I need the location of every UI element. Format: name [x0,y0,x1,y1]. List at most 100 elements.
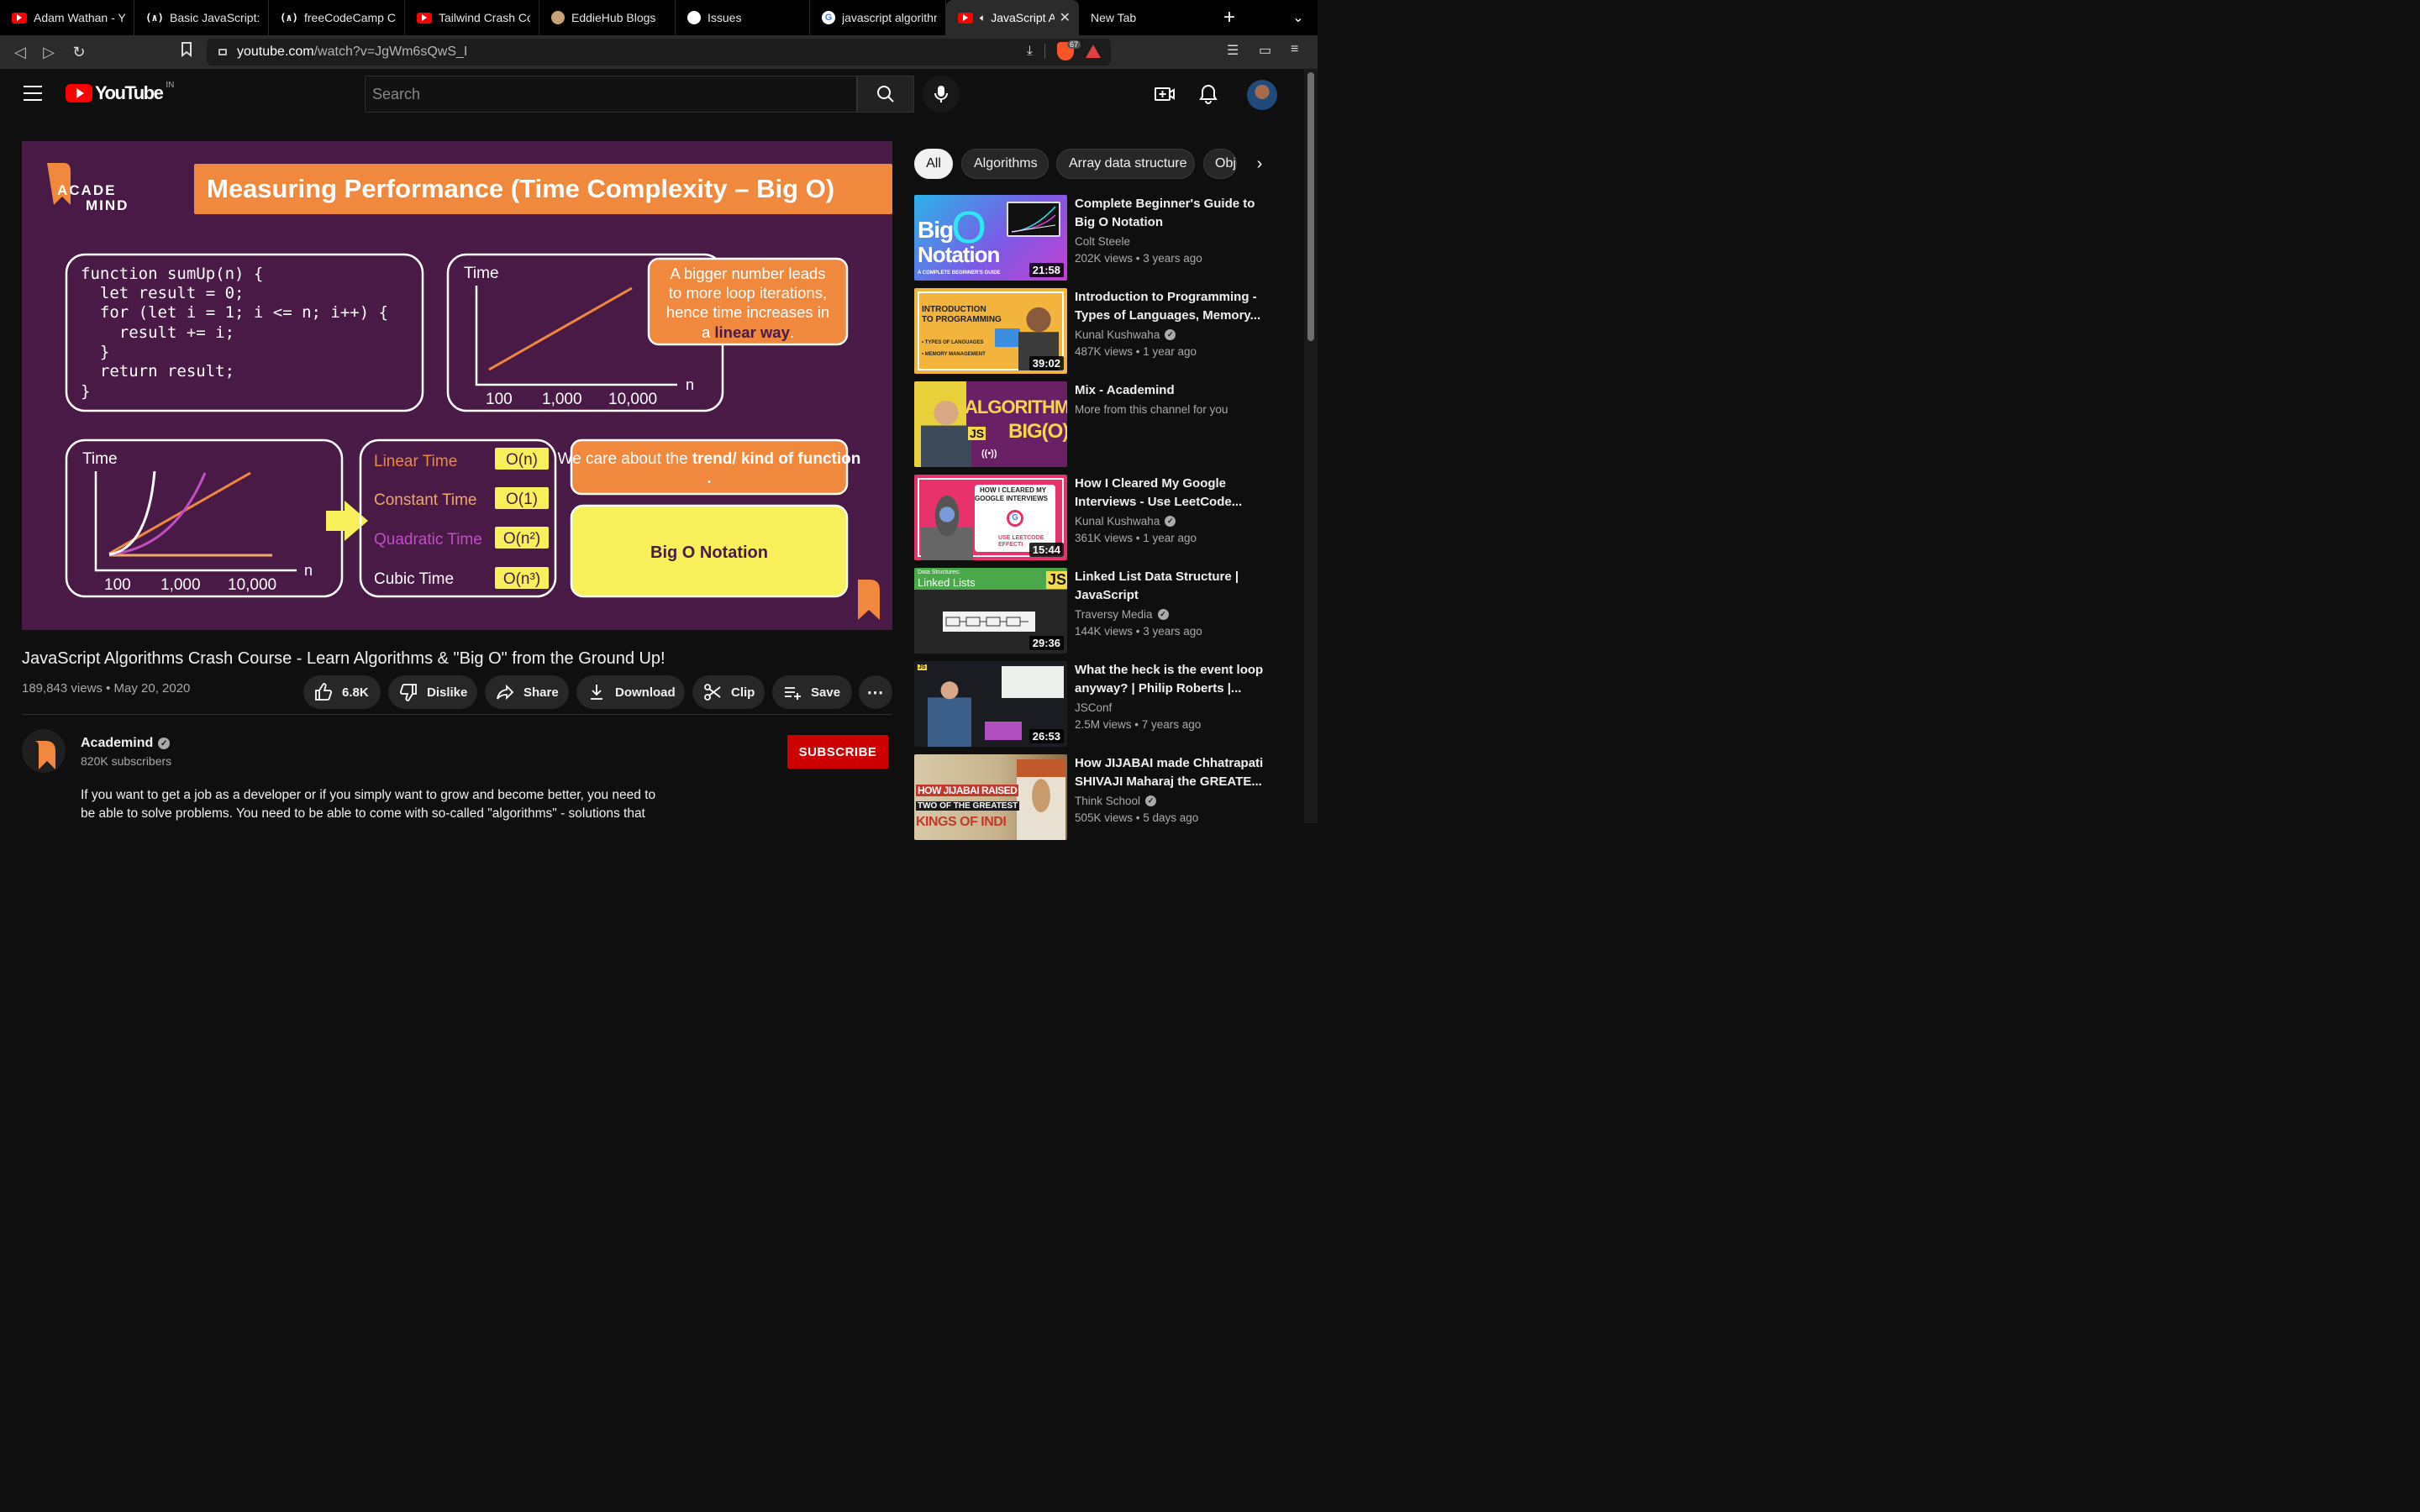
recommendation-title[interactable]: Mix - Academind [1075,381,1270,400]
wallet-icon[interactable]: ▭ [1259,42,1271,59]
speaker-icon[interactable]: 🔈︎ [980,12,986,24]
recommendation-title[interactable]: Introduction to Programming - Types of L… [1075,288,1270,325]
brave-rewards-icon[interactable] [1086,45,1101,58]
back-arrow-icon[interactable]: ◁ [10,42,30,62]
academind-corner-icon [858,580,880,620]
subscriber-count: 820K subscribers [81,754,172,768]
browser-tab[interactable]: New Tab [1079,0,1210,35]
browser-tab[interactable]: Adam Wathan - You [0,0,134,35]
chevron-right-icon[interactable]: › [1247,151,1272,176]
recommendation-item[interactable]: HOW I CLEARED MY GOOGLE INTERVIEWS G USE… [914,475,1284,560]
install-app-icon[interactable]: ⤓ [1027,44,1033,59]
recommendation-item[interactable]: ALGORITHMS BIG(O) JS ((•)) Mix - Academi… [914,381,1284,467]
video-thumbnail[interactable]: Big O Notation A COMPLETE BEGINNER'S GUI… [914,195,1067,281]
reload-icon[interactable]: ↻ [69,42,89,62]
recommendation-channel[interactable]: Colt Steele [1075,235,1130,248]
page-scrollbar[interactable] [1304,69,1318,823]
browser-tab[interactable]: (∧) Basic JavaScript: U [134,0,269,35]
video-thumbnail[interactable]: HOW JIJABAI RAISED TWO OF THE GREATEST K… [914,754,1067,840]
video-description[interactable]: If you want to get a job as a developer … [81,786,660,823]
browser-tab[interactable]: (∧) freeCodeCamp Cha [269,0,405,35]
subscribe-button[interactable]: SUBSCRIBE [787,735,888,769]
speaker-photo [928,678,971,747]
notifications-bell-icon[interactable] [1197,82,1220,106]
recommendation-channel[interactable]: Kunal Kushwaha ✓ [1075,515,1176,528]
recommendation-title[interactable]: Complete Beginner's Guide to Big O Notat… [1075,195,1270,232]
playlist-add-icon [785,687,801,700]
voice-search-button[interactable] [923,76,960,113]
address-bar[interactable]: youtube.com/watch?v=JgWm6sQwS_I ⤓ 67 [207,39,1111,66]
live-mix-icon: ((•)) [981,449,997,459]
recommendation-channel[interactable]: JSConf [1075,701,1112,714]
google-icon: G [822,11,835,24]
video-thumbnail[interactable]: INTRODUCTION TO PROGRAMMING • TYPES OF L… [914,288,1067,374]
bookmark-icon[interactable] [176,42,197,62]
search-input[interactable]: Search [365,76,857,113]
create-video-icon[interactable] [1153,82,1176,106]
download-button[interactable]: Download [576,675,685,709]
share-button[interactable]: Share [485,675,569,709]
clip-button[interactable]: Clip [692,675,765,709]
chip-array-data-structure[interactable]: Array data structure [1056,149,1195,179]
eddiehub-icon [551,11,565,24]
recommendation-title[interactable]: How I Cleared My Google Interviews - Use… [1075,475,1270,512]
hamburger-menu-icon[interactable] [24,86,42,106]
browser-tab[interactable]: EddieHub Blogs [539,0,676,35]
recommendation-title[interactable]: How JIJABAI made Chhatrapati SHIVAJI Mah… [1075,754,1270,791]
more-actions-button[interactable]: ⋯ [859,675,892,709]
video-player[interactable]: .w { fill: none; stroke: #fff; stroke-wi… [22,141,892,630]
tab-label: freeCodeCamp Cha [304,11,396,24]
chip-objects[interactable]: Obj [1203,149,1237,179]
browser-tab[interactable]: Issues [676,0,810,35]
recommendation-item[interactable]: JS 26:53 What the heck is the event loop… [914,661,1284,747]
recommendation-item[interactable]: INTRODUCTION TO PROGRAMMING • TYPES OF L… [914,288,1284,374]
menu-icon[interactable]: ≡ [1291,42,1298,57]
forward-arrow-icon[interactable]: ▷ [39,42,59,62]
save-button[interactable]: Save [772,675,852,709]
new-tab-plus-icon[interactable]: + [1210,0,1249,35]
reading-list-icon[interactable]: ☰ [1227,42,1239,59]
recommendation-item[interactable]: HOW JIJABAI RAISED TWO OF THE GREATEST K… [914,754,1284,840]
recommendation-title[interactable]: What the heck is the event loop anyway? … [1075,661,1270,698]
chip-all[interactable]: All [914,149,953,179]
dislike-button[interactable]: Dislike [388,675,477,709]
recommendation-channel[interactable]: More from this channel for you [1075,403,1228,416]
video-thumbnail[interactable]: HOW I CLEARED MY GOOGLE INTERVIEWS G USE… [914,475,1067,560]
slide-canvas: .w { fill: none; stroke: #fff; stroke-wi… [47,163,892,620]
description-line: If you want to get a job as a developer … [81,788,656,802]
tab-label: EddieHub Blogs [571,11,656,24]
youtube-icon [417,12,432,24]
like-button[interactable]: 6.8K [303,675,381,709]
chevron-down-icon[interactable]: ⌄ [1279,0,1318,35]
browser-tab[interactable]: Tailwind Crash Cour [405,0,539,35]
search-button[interactable] [857,76,914,113]
care-end: . [707,470,711,487]
video-thumbnail[interactable]: ALGORITHMS BIG(O) JS ((•)) [914,381,1067,467]
browser-tab-active[interactable]: 🔈︎ JavaScript A ✕ [946,0,1079,35]
recommendation-channel[interactable]: Traversy Media ✓ [1075,608,1169,621]
channel-avatar[interactable] [22,729,66,773]
browser-tab[interactable]: G javascript algorithm [810,0,946,35]
graph2-xlabel: n [304,562,313,579]
chip-algorithms[interactable]: Algorithms [961,149,1049,179]
recommendation-item[interactable]: Big O Notation A COMPLETE BEGINNER'S GUI… [914,195,1284,281]
notation-label: O(1) [506,491,538,508]
user-avatar[interactable] [1247,80,1277,110]
channel-name-text: More from this channel for you [1075,403,1228,416]
recommendation-channel[interactable]: Think School ✓ [1075,795,1157,807]
scrollbar-thumb[interactable] [1307,72,1314,341]
download-icon [591,685,602,700]
recommendation-item[interactable]: Data Structures: Linked Lists JS 29:36 L… [914,568,1284,654]
note-last-line: a linear way. [702,323,794,341]
video-thumbnail[interactable]: Data Structures: Linked Lists JS 29:36 [914,568,1067,654]
note-line: a [702,323,714,341]
channel-name-text: Academind [81,736,154,750]
youtube-logo[interactable]: YouTube IN [66,80,175,104]
close-icon[interactable]: ✕ [1055,9,1071,26]
recommendation-title[interactable]: Linked List Data Structure | JavaScript [1075,568,1270,605]
brave-shield-icon[interactable]: 67 [1057,40,1081,60]
channel-name[interactable]: Academind ✓ [81,736,171,751]
video-thumbnail[interactable]: JS 26:53 [914,661,1067,747]
recommendation-channel[interactable]: Kunal Kushwaha ✓ [1075,328,1176,341]
country-code: IN [166,80,175,90]
